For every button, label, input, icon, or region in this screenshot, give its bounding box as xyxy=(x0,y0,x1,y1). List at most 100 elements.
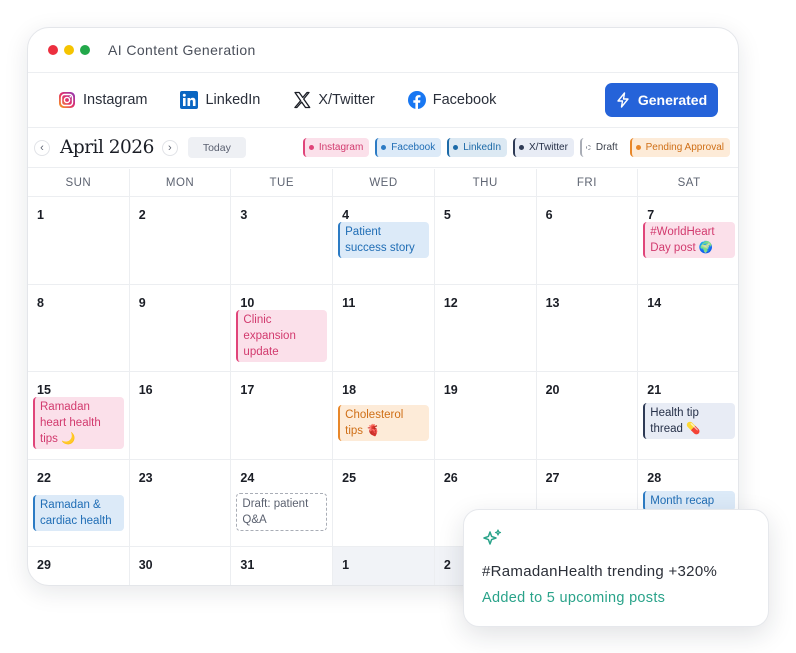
day-number: 30 xyxy=(138,558,153,572)
day-number: 2 xyxy=(443,558,451,572)
weekday-label: FRI xyxy=(537,169,639,196)
day-cell[interactable]: 21 Health tip thread 💊 xyxy=(638,372,738,459)
legend-instagram[interactable]: Instagram xyxy=(302,138,370,157)
day-number: 14 xyxy=(647,295,662,310)
day-cell[interactable]: 20 xyxy=(537,372,639,459)
weekday-label: MON xyxy=(130,169,232,196)
day-cell[interactable]: 17 xyxy=(231,372,334,459)
legend-x-twitter[interactable]: X/Twitter xyxy=(513,138,574,157)
day-number: 19 xyxy=(443,383,458,397)
day-cell[interactable]: 6 xyxy=(537,197,639,284)
legend-facebook[interactable]: Facebook xyxy=(375,138,442,157)
platform-linkedin[interactable]: LinkedIn xyxy=(180,91,260,109)
weekday-label: THU xyxy=(435,169,537,196)
event-instagram[interactable]: #WorldHeart Day post 🌍 xyxy=(643,222,735,258)
day-number: 25 xyxy=(342,470,357,485)
legend-linkedin[interactable]: LinkedIn xyxy=(447,138,508,157)
day-cell[interactable]: 19 xyxy=(435,372,537,459)
event-pending-approval[interactable]: Cholesterol tips 🫀 xyxy=(338,405,429,441)
legend-dot xyxy=(308,145,314,150)
day-cell[interactable]: 31 xyxy=(231,547,334,585)
legend-label: Pending Approval xyxy=(645,142,724,153)
event-facebook[interactable]: Patient success story xyxy=(338,222,429,258)
day-cell[interactable]: 7 #WorldHeart Day post 🌍 xyxy=(638,197,738,284)
event-instagram[interactable]: Clinic expansion update xyxy=(236,309,328,362)
linkedin-icon xyxy=(180,91,199,109)
day-number: 24 xyxy=(240,470,255,485)
trending-subtitle: Added to 5 upcoming posts xyxy=(482,590,666,606)
day-number: 22 xyxy=(37,470,51,485)
event-facebook[interactable]: Month recap xyxy=(643,490,735,511)
day-number: 16 xyxy=(138,383,153,397)
day-number: 29 xyxy=(37,558,51,572)
day-number: 18 xyxy=(342,383,357,397)
legend-pending-approval[interactable]: Pending Approval xyxy=(629,138,730,157)
day-cell[interactable]: 23 xyxy=(130,459,232,546)
day-number: 5 xyxy=(443,208,451,222)
day-cell[interactable]: 2 xyxy=(130,197,232,284)
chevron-right-icon[interactable]: › xyxy=(161,139,178,156)
day-cell[interactable]: 9 xyxy=(130,284,232,371)
legend-label: Facebook xyxy=(391,142,436,153)
today-button[interactable]: Today xyxy=(187,137,246,158)
event-x-twitter[interactable]: Health tip thread 💊 xyxy=(643,403,735,439)
day-cell[interactable]: 1 xyxy=(28,197,130,284)
day-number: 10 xyxy=(240,295,255,310)
weekday-label: SAT xyxy=(677,176,701,189)
day-number: 4 xyxy=(342,208,350,222)
day-cell[interactable]: 3 xyxy=(231,197,334,284)
day-number: 27 xyxy=(545,470,560,485)
platform-facebook[interactable]: Facebook xyxy=(407,91,496,109)
platform-x-twitter[interactable]: X/Twitter xyxy=(293,91,375,109)
event-draft[interactable]: Draft: patient Q&A xyxy=(236,492,328,531)
day-cell[interactable]: 5 xyxy=(435,197,537,284)
weekday-label: TUE xyxy=(231,169,334,196)
day-cell[interactable]: 13 xyxy=(537,284,639,371)
event-facebook[interactable]: Ramadan & cardiac health xyxy=(33,494,124,531)
day-number: 1 xyxy=(37,208,44,222)
day-cell[interactable]: 16 xyxy=(130,372,232,459)
platform-label-linkedin: LinkedIn xyxy=(205,92,261,108)
day-number: 12 xyxy=(443,295,458,310)
day-cell[interactable]: 22 Ramadan & cardiac health xyxy=(28,459,130,546)
day-cell[interactable]: 18 Cholesterol tips 🫀 xyxy=(333,372,435,459)
legend-dot xyxy=(453,145,459,150)
day-cell[interactable]: 12 xyxy=(435,284,537,371)
lightning-icon xyxy=(617,92,629,108)
minimize-window-dot[interactable] xyxy=(64,45,74,55)
day-cell[interactable]: 10 Clinic expansion update xyxy=(231,284,334,371)
legend-dot xyxy=(585,145,591,150)
weekday-label: SUN xyxy=(28,169,130,196)
day-cell[interactable]: 15 Ramadan heart health tips 🌙 xyxy=(28,372,130,459)
platform-bar: Instagram LinkedIn X/Twitter Facebook Ge… xyxy=(28,73,738,128)
day-cell[interactable]: 11 xyxy=(333,284,435,371)
day-cell[interactable]: 25 xyxy=(333,459,435,546)
day-cell-next-month[interactable]: 1 xyxy=(333,547,435,585)
generated-button[interactable]: Generated xyxy=(605,83,718,117)
platform-legend: Instagram Facebook LinkedIn X/Twitter Dr… xyxy=(302,138,730,157)
event-instagram[interactable]: Ramadan heart health tips 🌙 xyxy=(33,397,124,449)
maximize-window-dot[interactable] xyxy=(80,45,90,55)
chevron-left-icon[interactable]: ‹ xyxy=(34,139,50,156)
trending-notification[interactable]: #RamadanHealth trending +320% Added to 5… xyxy=(463,509,769,627)
day-cell[interactable]: 24 Draft: patient Q&A xyxy=(231,459,334,546)
platform-instagram[interactable]: Instagram xyxy=(58,91,147,109)
calendar-week: 15 Ramadan heart health tips 🌙 16 17 18 … xyxy=(28,372,738,460)
instagram-icon xyxy=(58,91,76,109)
day-cell[interactable]: 8 xyxy=(28,284,130,371)
close-window-dot[interactable] xyxy=(48,45,58,55)
calendar-week: 1 2 3 4 Patient success story 5 6 7 #Wor… xyxy=(28,197,738,285)
day-cell[interactable]: 30 xyxy=(130,547,232,585)
legend-label: Instagram xyxy=(318,142,364,153)
generated-button-label: Generated xyxy=(637,92,708,108)
day-cell[interactable]: 4 Patient success story xyxy=(333,197,435,284)
day-cell[interactable]: 14 xyxy=(638,285,738,372)
legend-label: Draft xyxy=(595,142,618,153)
platform-label-x-twitter: X/Twitter xyxy=(318,92,375,108)
calendar-toolbar: ‹ April 2026 › Today Instagram Facebook … xyxy=(28,128,738,168)
legend-draft[interactable]: Draft xyxy=(579,138,624,157)
day-number: 17 xyxy=(240,383,255,397)
day-cell[interactable]: 29 xyxy=(28,547,130,585)
day-number: 2 xyxy=(138,208,146,222)
day-number: 26 xyxy=(443,470,458,485)
